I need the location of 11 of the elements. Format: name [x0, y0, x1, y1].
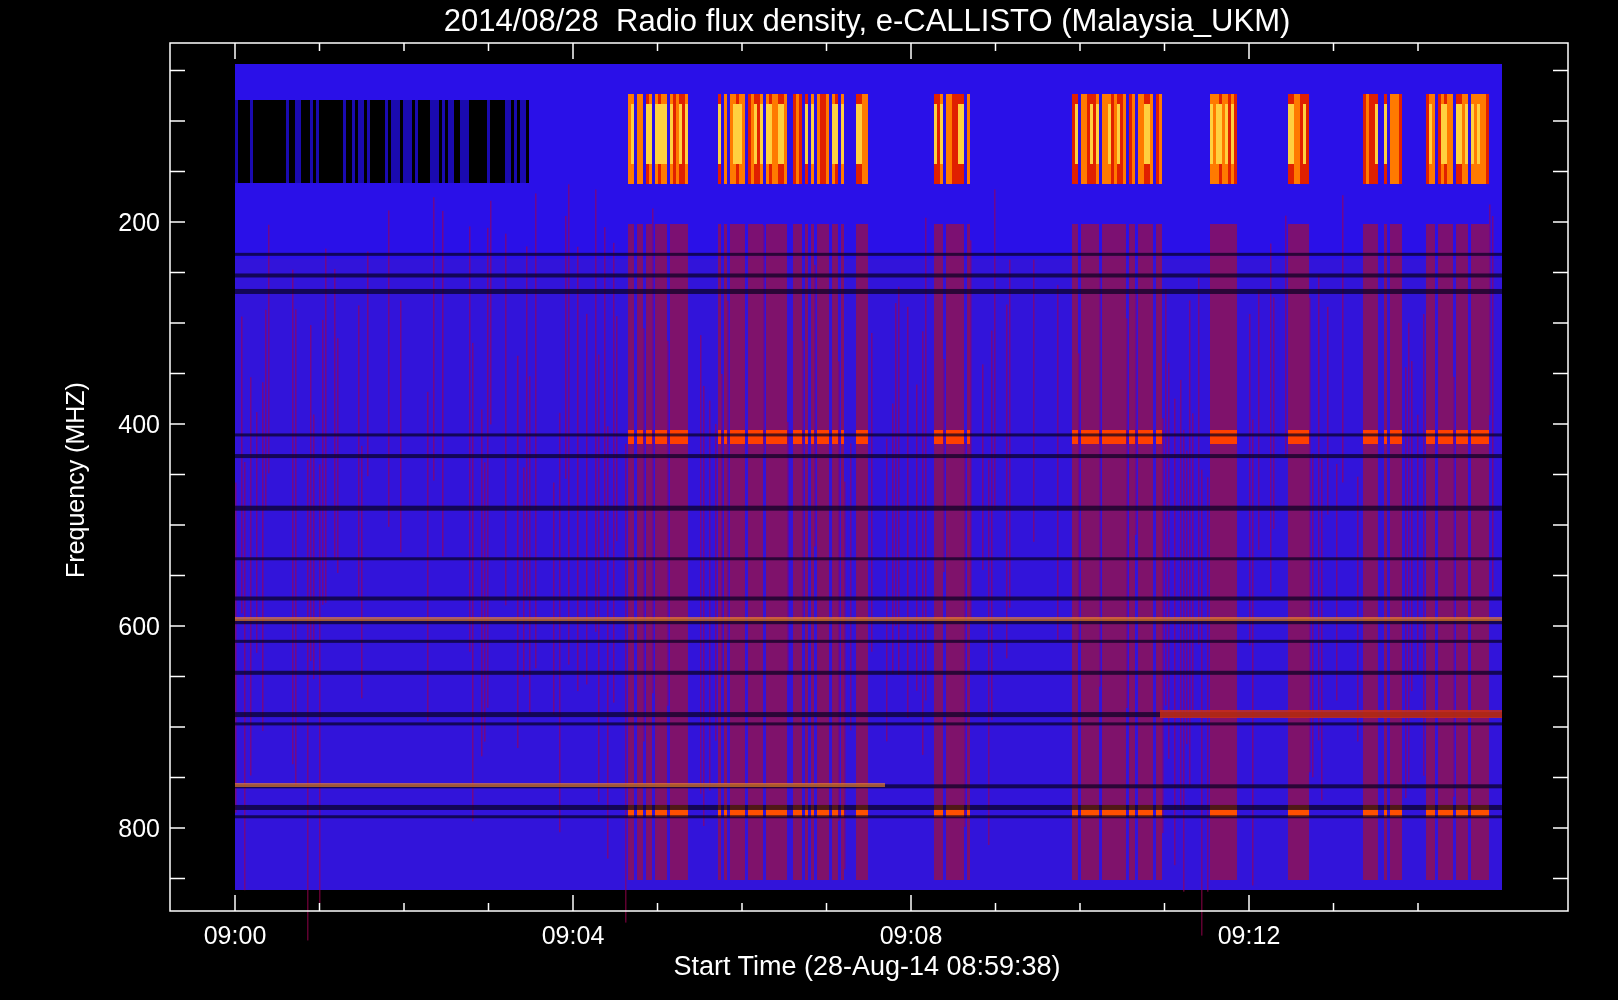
y-axis-label: Frequency (MHZ): [61, 382, 89, 578]
x-tick-label: 09:08: [879, 921, 943, 949]
x-tick-label: 09:12: [1217, 921, 1281, 949]
chart-title: 2014/08/28 Radio flux density, e-CALLISTO (Malaysia_UKM): [443, 3, 1291, 38]
y-tick-label: 800: [118, 814, 160, 842]
y-tick-label: 200: [118, 208, 160, 236]
y-tick-label: 600: [118, 612, 160, 640]
x-axis-label: Start Time (28-Aug-14 08:59:38): [673, 951, 1061, 981]
x-tick-label: 09:00: [203, 921, 267, 949]
y-tick-label: 400: [118, 410, 160, 438]
x-tick-label: 09:04: [541, 921, 605, 949]
